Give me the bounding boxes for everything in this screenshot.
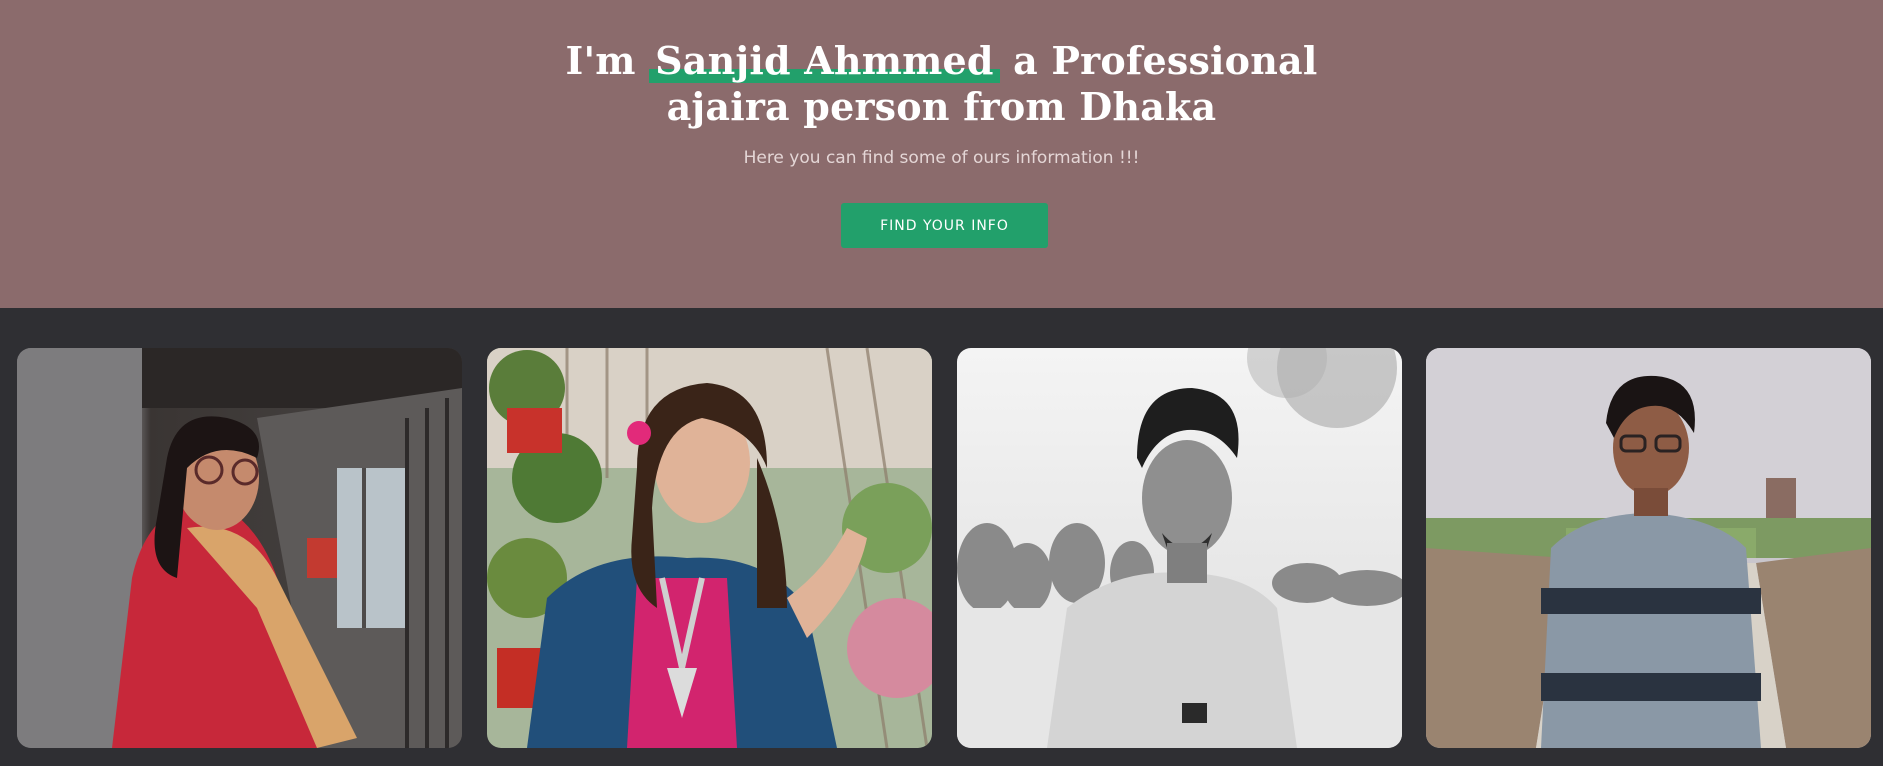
gallery-photo-1[interactable] <box>17 348 462 748</box>
hero-subtitle: Here you can find some of ours informati… <box>743 148 1140 168</box>
photo-man-striped-sweater <box>1426 348 1871 748</box>
photo-woman-pink-outfit <box>487 348 932 748</box>
gallery-photo-3[interactable] <box>957 348 1402 748</box>
headline-suffix: a Professional <box>999 38 1318 83</box>
photo-woman-red-dress <box>17 348 462 748</box>
gallery-photo-4[interactable] <box>1426 348 1871 748</box>
headline-name-highlight: Sanjid Ahmmed <box>649 38 1000 83</box>
photo-man-black-white <box>957 348 1402 748</box>
hero-section: I'm Sanjid Ahmmed a Professional ajaira … <box>0 0 1883 308</box>
hero-headline: I'm Sanjid Ahmmed a Professional ajaira … <box>0 38 1883 130</box>
headline-line2: ajaira person from Dhaka <box>666 84 1217 129</box>
headline-prefix: I'm <box>565 38 650 83</box>
gallery-photo-2[interactable] <box>487 348 932 748</box>
find-your-info-button[interactable]: FIND YOUR INFO <box>841 203 1048 248</box>
photo-gallery <box>0 308 1883 766</box>
